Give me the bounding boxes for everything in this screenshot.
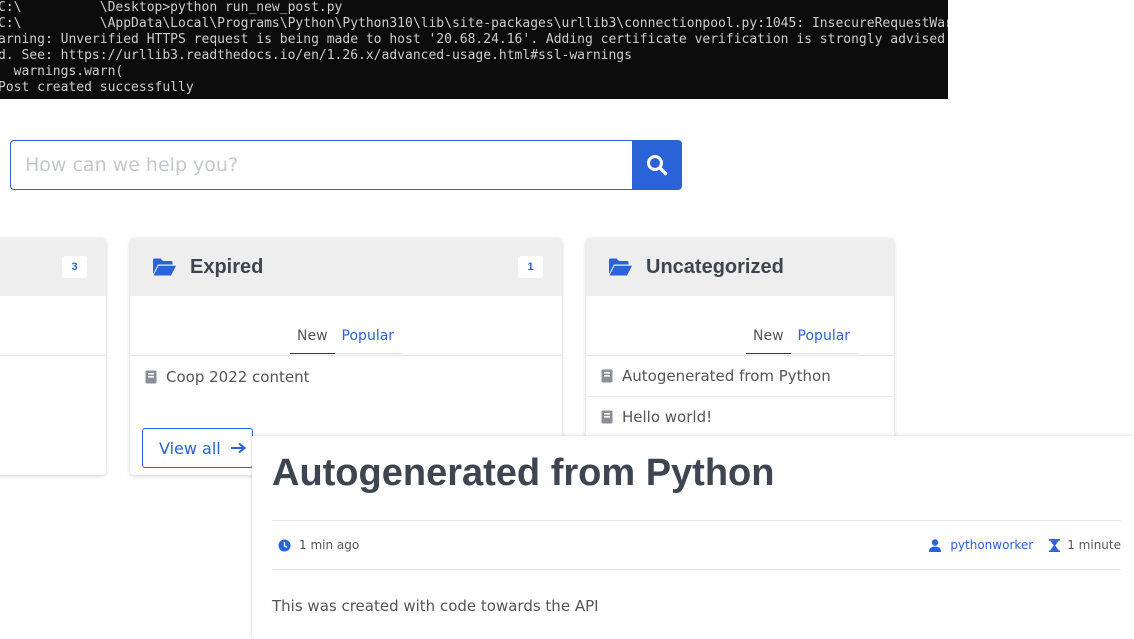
terminal-line: C:\ \AppData\Local\Programs\Python\Pytho… bbox=[0, 16, 948, 31]
post-title: Autogenerated from Python bbox=[272, 452, 775, 494]
list-item-label: Coop 2022 content bbox=[166, 367, 310, 386]
list-item[interactable]: Hello world! bbox=[586, 397, 894, 438]
view-all-button[interactable]: View all bbox=[142, 428, 253, 468]
list-item-label: Autogenerated from Python bbox=[622, 367, 831, 385]
user-icon bbox=[929, 538, 942, 552]
category-title[interactable]: Expired bbox=[190, 256, 263, 279]
search-icon bbox=[647, 155, 668, 176]
category-count-badge: 3 bbox=[62, 256, 87, 278]
category-card-header: Uncategorized bbox=[586, 238, 894, 296]
search-button[interactable] bbox=[632, 140, 682, 190]
list-item[interactable]: Coop 2022 content bbox=[130, 356, 562, 397]
category-tabbar: New Popular bbox=[130, 296, 562, 356]
post-body: This was created with code towards the A… bbox=[272, 597, 599, 615]
search-bar bbox=[10, 140, 682, 190]
book-icon bbox=[601, 410, 613, 424]
tab-new[interactable]: New bbox=[746, 328, 791, 354]
time-ago-label: 1 min ago bbox=[299, 538, 360, 552]
folder-open-icon bbox=[153, 258, 176, 276]
post-panel: Autogenerated from Python 1 min ago pyth… bbox=[252, 436, 1134, 639]
book-icon bbox=[601, 369, 613, 383]
terminal-line: Post created successfully bbox=[0, 80, 194, 95]
category-card-header: 3 bbox=[0, 238, 106, 296]
category-title[interactable]: Uncategorized bbox=[646, 256, 784, 279]
view-all-label: View all bbox=[159, 438, 221, 458]
hourglass-icon bbox=[1049, 538, 1061, 552]
terminal-line: d. See: https://urllib3.readthedocs.io/e… bbox=[0, 48, 632, 63]
tab-popular[interactable]: Popular bbox=[334, 328, 402, 354]
category-card-header: Expired 1 bbox=[130, 238, 562, 296]
category-count-badge: 1 bbox=[518, 256, 543, 278]
post-meta: 1 min ago pythonworker 1 minute bbox=[272, 520, 1121, 570]
search-input[interactable] bbox=[10, 140, 632, 190]
category-tabbar bbox=[0, 296, 106, 356]
category-tabs: New Popular bbox=[290, 328, 402, 354]
terminal-line: arning: Unverified HTTPS request is bein… bbox=[0, 32, 948, 47]
list-item-label: Hello world! bbox=[622, 408, 713, 426]
terminal-line: C:\ \Desktop>python run_new_post.py bbox=[0, 0, 343, 15]
arrow-right-icon bbox=[230, 442, 246, 454]
tab-new[interactable]: New bbox=[290, 328, 335, 354]
tab-popular[interactable]: Popular bbox=[790, 328, 858, 354]
read-time-label: 1 minute bbox=[1067, 538, 1121, 552]
category-tabbar: New Popular bbox=[586, 296, 894, 356]
clock-icon bbox=[278, 539, 291, 551]
terminal-window: C:\ \Desktop>python run_new_post.py C:\ … bbox=[0, 0, 948, 99]
book-icon bbox=[145, 370, 157, 383]
list-item[interactable]: Autogenerated from Python bbox=[586, 356, 894, 397]
folder-open-icon bbox=[609, 258, 632, 276]
post-info: pythonworker 1 minute bbox=[929, 538, 1121, 552]
terminal-line: warnings.warn( bbox=[0, 64, 124, 79]
author-link[interactable]: pythonworker bbox=[950, 538, 1033, 552]
category-tabs: New Popular bbox=[746, 328, 858, 354]
post-time: 1 min ago bbox=[278, 538, 359, 552]
category-card: 3 bbox=[0, 238, 106, 475]
